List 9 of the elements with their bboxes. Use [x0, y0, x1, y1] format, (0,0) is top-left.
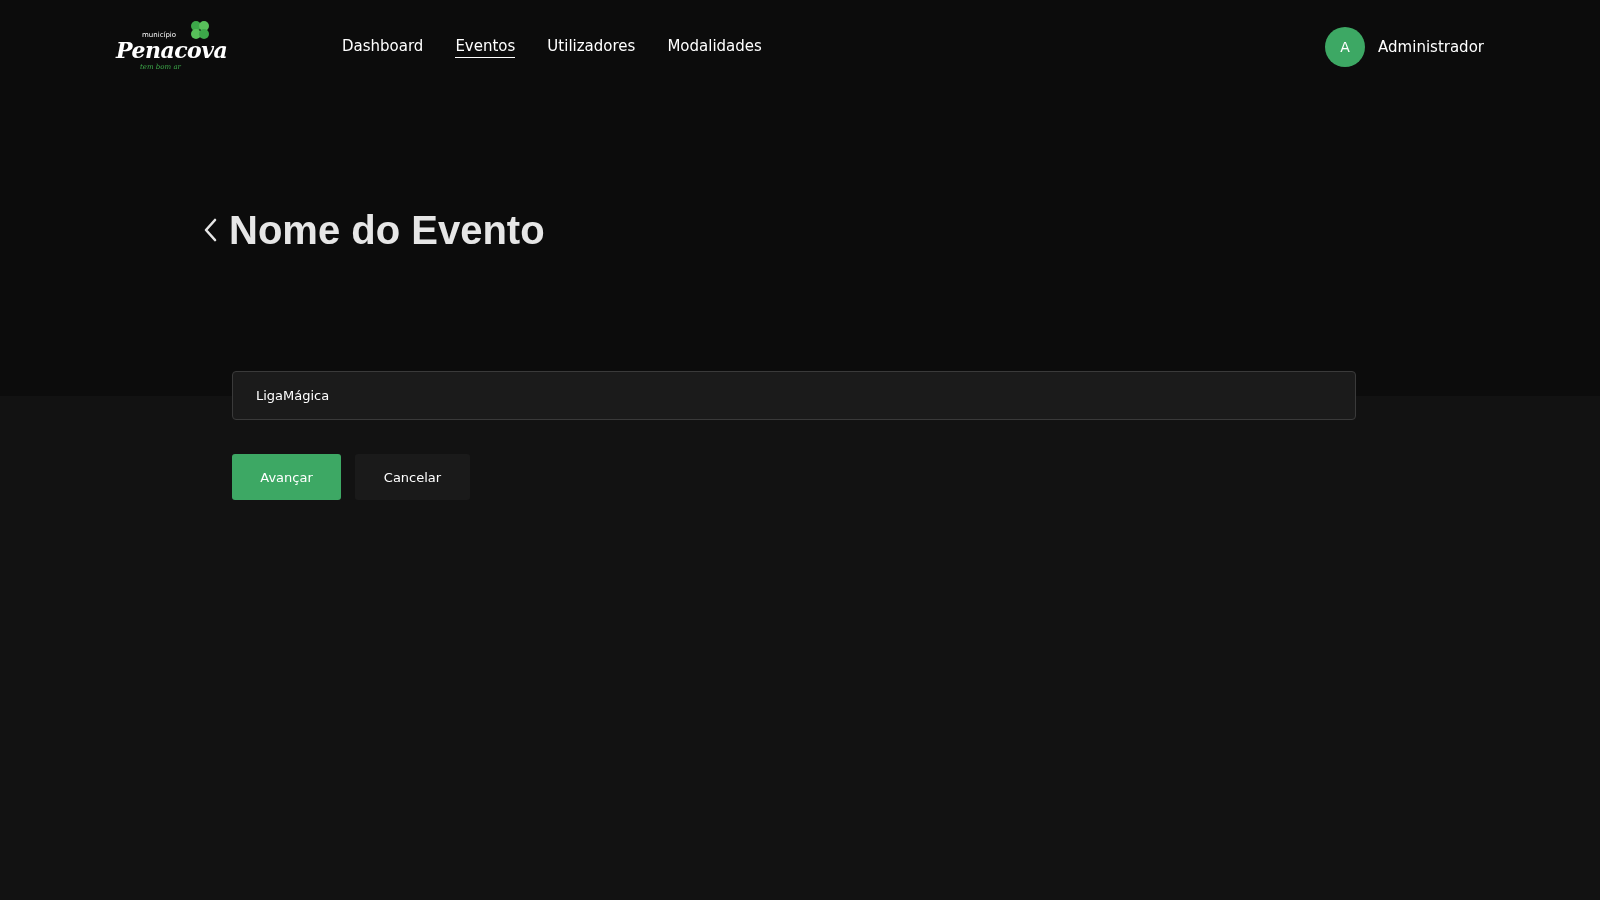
- cancel-button[interactable]: Cancelar: [355, 454, 470, 500]
- back-icon[interactable]: [203, 218, 217, 242]
- nav-link[interactable]: Eventos: [455, 36, 516, 58]
- input-field[interactable]: LigaMágica: [232, 371, 1356, 420]
- nav-link[interactable]: Dashboard: [342, 36, 424, 58]
- nav-link[interactable]: Modalidades: [667, 36, 762, 58]
- user-name[interactable]: Administrador: [1378, 38, 1484, 56]
- nav-link[interactable]: Utilizadores: [547, 36, 636, 58]
- page-title: Nome do Evento: [229, 207, 545, 254]
